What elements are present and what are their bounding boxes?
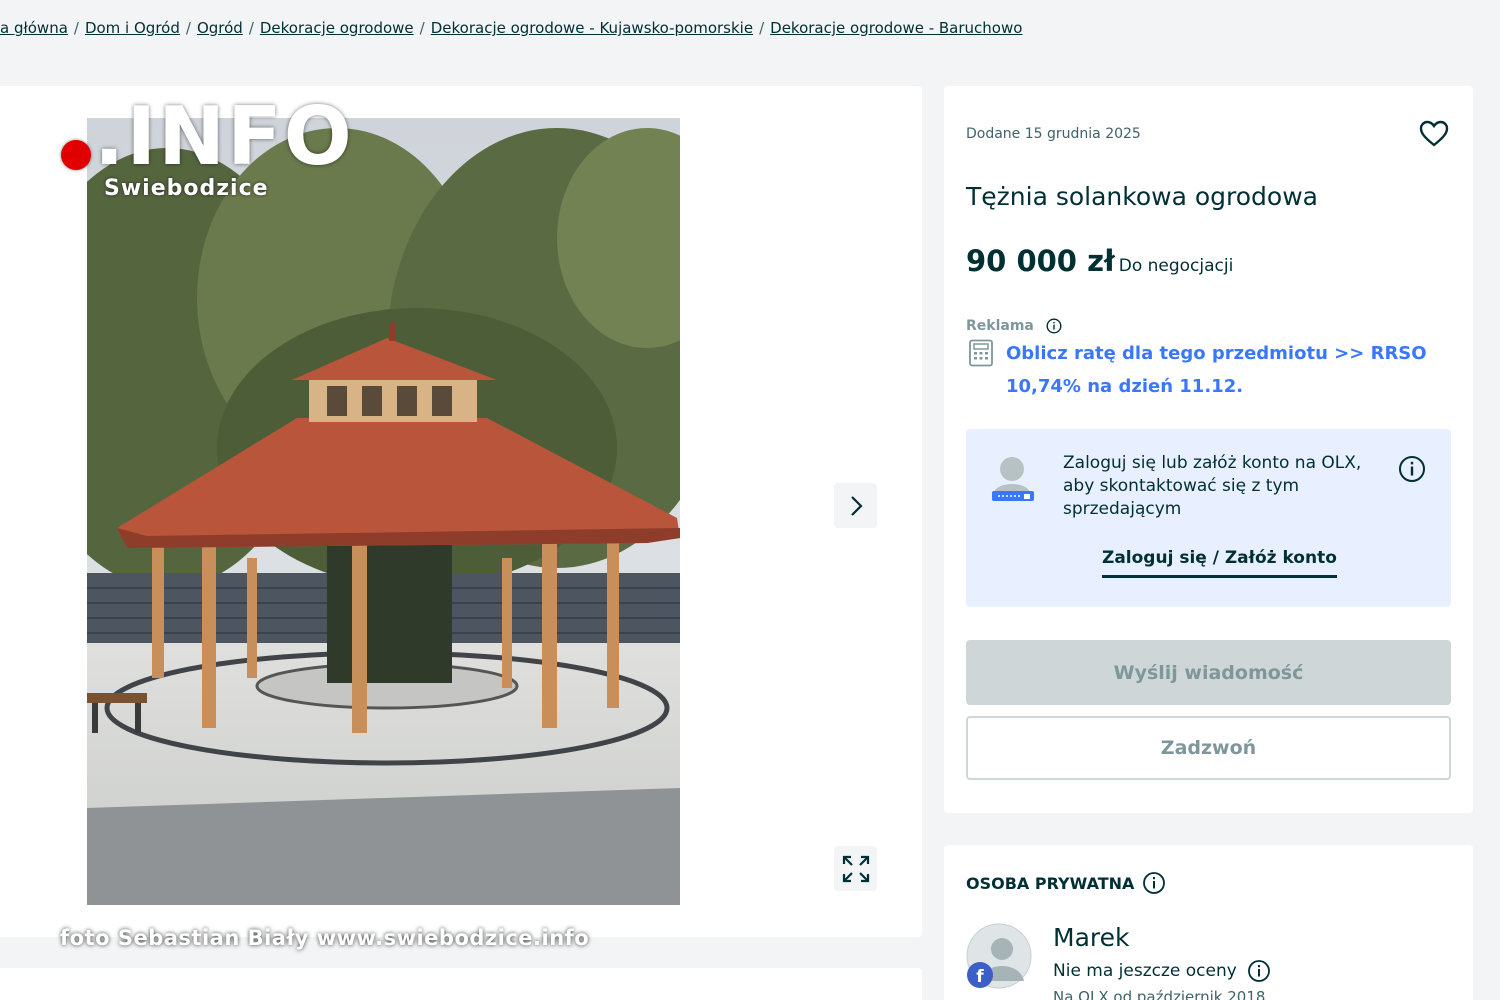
call-button[interactable]: Zadzwoń bbox=[966, 716, 1451, 780]
breadcrumb-separator: / bbox=[759, 19, 765, 37]
description-card bbox=[0, 968, 922, 1000]
listing-photo[interactable] bbox=[87, 118, 680, 905]
ad-label: Reklama bbox=[966, 318, 1062, 334]
heart-icon bbox=[1419, 120, 1449, 147]
negotiable-label: Do negocjacji bbox=[1118, 256, 1234, 276]
login-prompt-box: Zaloguj się lub załóż konto na OLX, aby … bbox=[966, 429, 1451, 607]
seller-since: Na OLX od październik 2018 bbox=[1053, 988, 1266, 1000]
login-register-link[interactable]: Zaloguj się / Załóż konto bbox=[1102, 548, 1337, 578]
breadcrumb-ogrod[interactable]: Ogród bbox=[197, 19, 243, 37]
price-row: 90 000 zł Do negocjacji bbox=[966, 244, 1233, 278]
breadcrumb-dekoracje-city[interactable]: Dekoracje ogrodowe - Baruchowo bbox=[770, 19, 1022, 37]
breadcrumb-separator: / bbox=[419, 19, 425, 37]
calculator-icon bbox=[969, 339, 993, 367]
breadcrumb-dekoracje[interactable]: Dekoracje ogrodowe bbox=[260, 19, 414, 37]
breadcrumb-dom-i-ogrod[interactable]: Dom i Ogród bbox=[85, 19, 180, 37]
listing-title: Tężnia solankowa ogrodowa bbox=[966, 182, 1318, 211]
gallery-next-button[interactable] bbox=[834, 483, 877, 528]
seller-rating-text: Nie ma jeszcze oceny bbox=[1053, 961, 1237, 981]
seller-card: OSOBA PRYWATNA f Marek Nie ma jeszcze oc… bbox=[944, 845, 1473, 1000]
added-date: Dodane 15 grudnia 2025 bbox=[966, 126, 1141, 142]
seller-type-label: OSOBA PRYWATNA bbox=[966, 873, 1135, 893]
photo-gallery bbox=[0, 86, 922, 937]
expand-icon bbox=[842, 855, 869, 882]
watermark-footer: foto Sebastian Biały www.swiebodzice.inf… bbox=[60, 926, 590, 950]
info-icon[interactable] bbox=[1247, 959, 1271, 983]
breadcrumb: a główna / Dom i Ogród / Ogród / Dekoracje ogr… bbox=[0, 19, 1022, 37]
svg-text:f: f bbox=[976, 967, 984, 987]
info-icon[interactable] bbox=[1142, 871, 1166, 895]
seller-rating: Nie ma jeszcze oceny bbox=[1053, 959, 1271, 983]
breadcrumb-separator: / bbox=[73, 19, 79, 37]
seller-type: OSOBA PRYWATNA bbox=[966, 871, 1166, 895]
gazebo-photo-illustration bbox=[87, 118, 680, 905]
price: 90 000 zł bbox=[966, 244, 1115, 278]
login-user-icon bbox=[992, 457, 1034, 501]
chevron-right-icon bbox=[850, 495, 863, 516]
ad-label-text: Reklama bbox=[966, 318, 1034, 334]
favorite-button[interactable] bbox=[1418, 118, 1450, 150]
fullscreen-button[interactable] bbox=[834, 846, 877, 891]
seller-name: Marek bbox=[1053, 923, 1130, 952]
seller-avatar[interactable]: f bbox=[966, 923, 1032, 989]
info-icon[interactable] bbox=[1398, 455, 1426, 483]
breadcrumb-separator: / bbox=[248, 19, 254, 37]
breadcrumb-home[interactable]: a główna bbox=[0, 19, 68, 37]
send-message-button[interactable]: Wyślij wiadomość bbox=[966, 640, 1451, 705]
login-prompt-text: Zaloguj się lub załóż konto na OLX, aby … bbox=[1063, 453, 1362, 519]
listing-card: Dodane 15 grudnia 2025 Tężnia solankowa … bbox=[944, 86, 1473, 813]
breadcrumb-dekoracje-region[interactable]: Dekoracje ogrodowe - Kujawsko-pomorskie bbox=[431, 19, 753, 37]
info-icon[interactable] bbox=[1046, 318, 1062, 334]
breadcrumb-separator: / bbox=[185, 19, 191, 37]
credit-calculator-link[interactable]: Oblicz ratę dla tego przedmiotu >> RRSO … bbox=[1006, 337, 1456, 403]
